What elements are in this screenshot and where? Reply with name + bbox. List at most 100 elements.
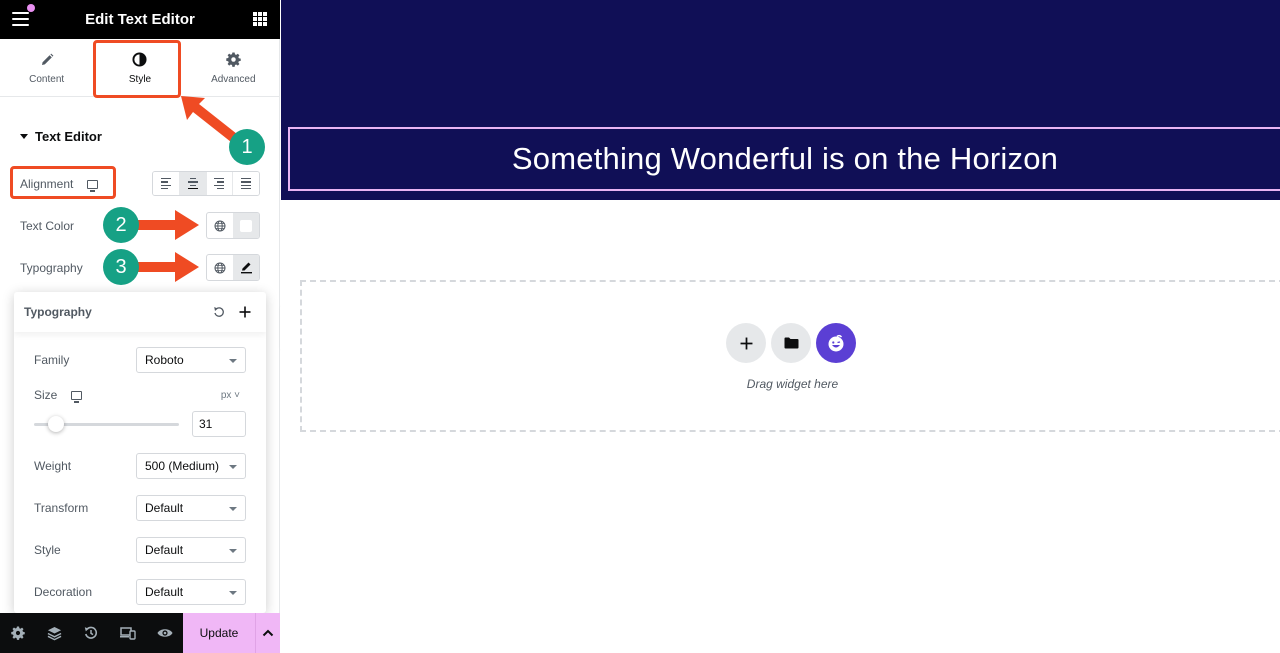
alignment-buttons — [152, 171, 260, 196]
weight-row: Weight 500 (Medium) — [34, 453, 246, 479]
align-center-icon — [187, 177, 198, 190]
preview-button[interactable] — [146, 613, 183, 653]
family-row: Family Roboto — [34, 347, 246, 373]
transform-value: Default — [145, 501, 184, 515]
plus-icon — [239, 306, 251, 318]
family-select[interactable]: Roboto — [136, 347, 246, 373]
align-left-button[interactable] — [153, 172, 180, 195]
edit-typography-button[interactable] — [233, 255, 259, 280]
decoration-select[interactable]: Default — [136, 579, 246, 605]
dropzone-buttons — [726, 323, 856, 363]
color-picker-button[interactable] — [233, 213, 259, 238]
weight-select[interactable]: 500 (Medium) — [136, 453, 246, 479]
align-center-button[interactable] — [179, 172, 207, 195]
section-text-editor[interactable]: Text Editor — [20, 129, 102, 144]
tab-advanced-label: Advanced — [211, 73, 256, 85]
save-options-button[interactable] — [255, 613, 280, 653]
reset-icon — [214, 307, 224, 317]
dropdown-arrow-icon — [229, 507, 237, 511]
style-select[interactable]: Default — [136, 537, 246, 563]
typography-label-text: Typography — [20, 261, 83, 275]
annotation-badge-3: 3 — [103, 249, 139, 285]
responsive-icon — [120, 627, 136, 640]
layers-icon — [48, 626, 62, 640]
globe-icon — [214, 262, 226, 273]
folder-icon — [784, 337, 798, 349]
pencil-icon — [240, 262, 252, 274]
preview-canvas: Something Wonderful is on the Horizon Dr… — [281, 0, 1280, 653]
add-button[interactable] — [234, 301, 256, 323]
settings-icon — [11, 626, 26, 640]
desktop-icon[interactable] — [71, 390, 83, 403]
history-icon — [85, 626, 98, 639]
typography-label: Typography — [20, 261, 83, 275]
color-swatch — [240, 219, 252, 232]
hero-section[interactable]: Something Wonderful is on the Horizon — [281, 0, 1280, 200]
alignment-label-text: Alignment — [20, 177, 74, 191]
dropdown-arrow-icon — [229, 591, 237, 595]
notification-dot — [27, 4, 35, 12]
dropzone-hint: Drag widget here — [746, 377, 839, 391]
annotation-badge-2: 2 — [103, 207, 139, 243]
family-value: Roboto — [145, 353, 184, 367]
panel-footer: Update — [0, 613, 280, 653]
dropdown-arrow-icon — [229, 465, 237, 469]
pencil-icon — [40, 51, 54, 69]
dropdown-arrow-icon — [229, 359, 237, 363]
text-color-label-text: Text Color — [20, 219, 75, 233]
align-right-button[interactable] — [206, 172, 234, 195]
align-right-icon — [214, 177, 225, 190]
add-section-button[interactable] — [726, 323, 766, 363]
text-color-label: Text Color — [20, 219, 74, 233]
weight-label: Weight — [34, 459, 72, 473]
weight-value: 500 (Medium) — [145, 459, 220, 473]
size-unit-label: px — [220, 389, 232, 401]
dropdown-arrow-icon — [229, 549, 237, 553]
style-tab-highlight — [93, 40, 181, 98]
desktop-icon[interactable] — [87, 179, 99, 192]
menu-icon[interactable] — [12, 12, 29, 26]
empty-section-dropzone[interactable]: Drag widget here — [300, 280, 1280, 432]
alignment-label: Alignment — [20, 177, 99, 192]
transform-select[interactable]: Default — [136, 495, 246, 521]
align-justify-button[interactable] — [233, 172, 259, 195]
add-template-button[interactable] — [771, 323, 811, 363]
widgets-grid-icon[interactable] — [253, 12, 267, 26]
transform-row: Transform Default — [34, 495, 246, 521]
annotation-badge-1: 1 — [229, 129, 265, 165]
style-label: Style — [34, 543, 61, 557]
section-title-label: Text Editor — [35, 129, 102, 144]
plus-icon — [740, 337, 752, 349]
panel-header: Edit Text Editor — [0, 0, 280, 39]
align-justify-icon — [241, 177, 252, 190]
navigator-button[interactable] — [37, 613, 74, 653]
ai-assistant-button[interactable] — [816, 323, 856, 363]
popover-title: Typography — [24, 305, 92, 319]
responsive-button[interactable] — [110, 613, 147, 653]
size-row: Size px ˅ — [34, 387, 246, 403]
tab-content[interactable]: Content — [0, 39, 93, 96]
decoration-row: Decoration Default — [34, 579, 246, 605]
size-input[interactable]: 31 — [192, 411, 246, 437]
text-editor-widget[interactable]: Something Wonderful is on the Horizon — [288, 127, 1280, 191]
settings-button[interactable] — [0, 613, 37, 653]
tab-advanced[interactable]: Advanced — [187, 39, 280, 96]
reset-button[interactable] — [208, 301, 230, 323]
elementor-editor: Edit Text Editor Content Style Advanced … — [0, 0, 1280, 653]
hero-heading: Something Wonderful is on the Horizon — [511, 141, 1059, 176]
ai-face-icon — [828, 334, 844, 352]
typography-control — [206, 254, 260, 281]
size-unit-select[interactable]: px ˅ — [221, 390, 240, 401]
style-value: Default — [145, 543, 184, 557]
history-button[interactable] — [73, 613, 110, 653]
text-color-control — [206, 212, 260, 239]
tab-content-label: Content — [29, 73, 65, 85]
size-slider-handle[interactable] — [47, 416, 64, 432]
globe-icon — [214, 220, 226, 231]
gear-icon — [226, 51, 241, 69]
global-typography-button[interactable] — [207, 255, 233, 280]
preview-icon — [157, 629, 173, 637]
panel-title: Edit Text Editor — [85, 11, 195, 28]
update-button[interactable]: Update — [183, 613, 255, 653]
global-colors-button[interactable] — [207, 213, 233, 238]
